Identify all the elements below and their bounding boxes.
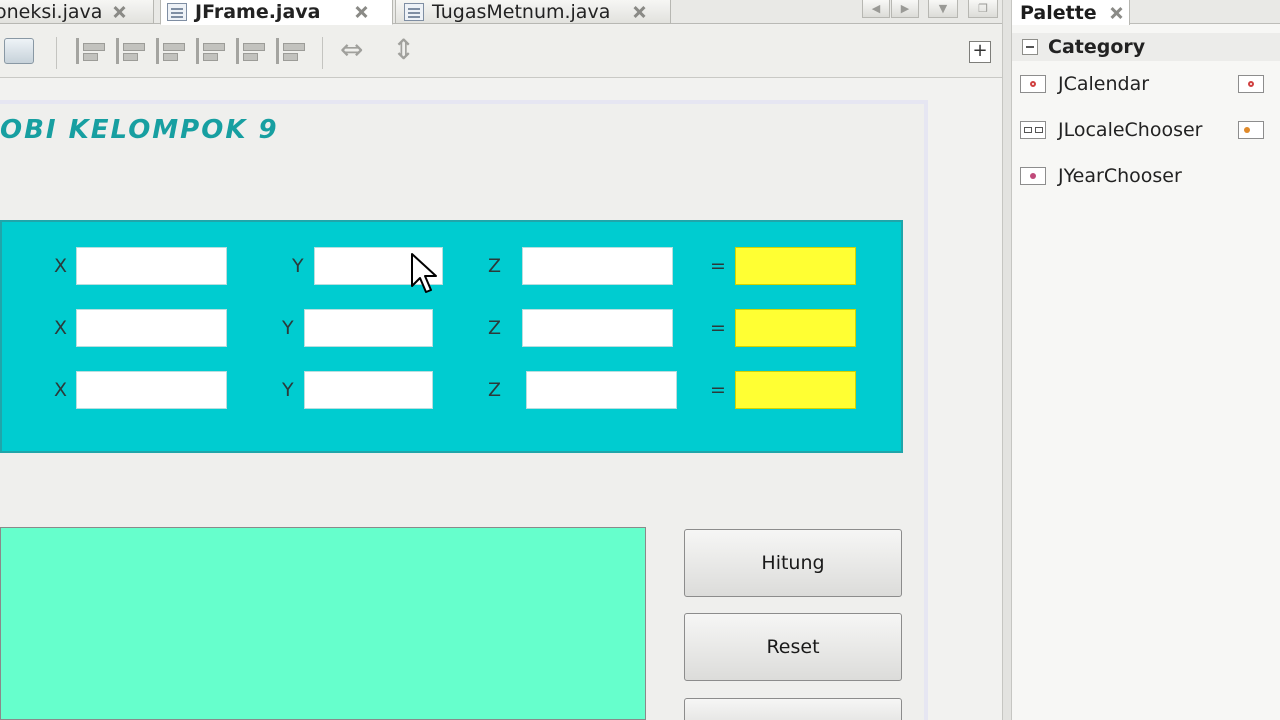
equals-label: = bbox=[710, 379, 726, 401]
equals-label: = bbox=[710, 255, 726, 277]
category-header[interactable]: Category bbox=[1012, 33, 1280, 61]
equals-label: = bbox=[710, 317, 726, 339]
x-label: X bbox=[54, 379, 68, 401]
close-icon[interactable] bbox=[1109, 6, 1123, 20]
palette-tab[interactable]: Palette bbox=[1012, 0, 1130, 25]
center-horizontally-icon[interactable] bbox=[156, 38, 186, 64]
z1-input[interactable] bbox=[522, 247, 673, 285]
y-label: Y bbox=[292, 255, 304, 277]
show-opened-documents-button[interactable]: ▼ bbox=[928, 0, 958, 18]
palette-item-label: JYearChooser bbox=[1058, 165, 1182, 187]
z-label: Z bbox=[488, 379, 502, 401]
restore-window-button[interactable]: ❐ bbox=[968, 0, 998, 18]
close-icon[interactable] bbox=[632, 5, 646, 19]
tab-label: TugasMetnum.java bbox=[432, 0, 611, 23]
form-title-label: OBI KELOMPOK 9 bbox=[0, 115, 279, 145]
date-chooser-icon[interactable] bbox=[1238, 75, 1264, 93]
palette-item-jyearchooser[interactable]: JYearChooser bbox=[1020, 161, 1182, 191]
result2-field[interactable] bbox=[735, 309, 856, 347]
month-chooser-icon[interactable] bbox=[1238, 121, 1264, 139]
collapse-icon[interactable] bbox=[1022, 39, 1038, 55]
calendar-icon bbox=[1020, 75, 1046, 93]
align-bottom-icon[interactable] bbox=[236, 38, 266, 64]
palette-panel: Palette Category JCalendar JLocaleChoose… bbox=[1012, 0, 1280, 720]
toolbar-separator bbox=[322, 37, 323, 69]
designer-toolbar: ⇔ ⇕ + bbox=[0, 25, 1002, 78]
scroll-tabs-right-button[interactable]: ▶ bbox=[891, 0, 919, 18]
z-label: Z bbox=[488, 255, 502, 277]
palette-title: Palette bbox=[1020, 1, 1097, 24]
year-chooser-icon bbox=[1020, 167, 1046, 185]
palette-header: Palette bbox=[1012, 0, 1280, 25]
tab-koneksi[interactable]: oneksi.java bbox=[0, 0, 154, 24]
palette-item-label: JLocaleChooser bbox=[1058, 119, 1203, 141]
maximize-icon[interactable]: + bbox=[969, 41, 991, 63]
form-file-icon bbox=[167, 3, 187, 21]
window-splitter[interactable] bbox=[1002, 0, 1012, 720]
y-label: Y bbox=[282, 379, 294, 401]
change-vertical-resizability-icon[interactable]: ⇕ bbox=[392, 35, 415, 65]
tab-label: oneksi.java bbox=[0, 0, 103, 23]
align-left-icon[interactable] bbox=[76, 38, 106, 64]
center-vertically-icon[interactable] bbox=[276, 38, 306, 64]
y-label: Y bbox=[282, 317, 294, 339]
z-label: Z bbox=[488, 317, 502, 339]
z2-input[interactable] bbox=[522, 309, 673, 347]
scroll-tabs-left-button[interactable]: ◀ bbox=[862, 0, 890, 18]
result1-field[interactable] bbox=[735, 247, 856, 285]
reset-button[interactable]: Reset bbox=[684, 613, 902, 681]
third-button[interactable] bbox=[684, 698, 902, 720]
close-icon[interactable] bbox=[354, 5, 368, 19]
output-text-area[interactable] bbox=[0, 527, 646, 720]
y3-input[interactable] bbox=[304, 371, 433, 409]
x-label: X bbox=[54, 255, 68, 277]
locale-chooser-icon bbox=[1020, 121, 1046, 139]
change-horizontal-resizability-icon[interactable]: ⇔ bbox=[340, 35, 363, 65]
x2-input[interactable] bbox=[76, 309, 227, 347]
x1-input[interactable] bbox=[76, 247, 227, 285]
x3-input[interactable] bbox=[76, 371, 227, 409]
hitung-button[interactable]: Hitung bbox=[684, 529, 902, 597]
tab-tugasmetnum[interactable]: TugasMetnum.java bbox=[395, 0, 671, 24]
category-label: Category bbox=[1048, 36, 1146, 58]
align-top-icon[interactable] bbox=[196, 38, 226, 64]
close-icon[interactable] bbox=[112, 5, 126, 19]
toolbar-separator bbox=[56, 37, 57, 69]
z3-input[interactable] bbox=[526, 371, 677, 409]
align-right-icon[interactable] bbox=[116, 38, 146, 64]
palette-item-jlocalechooser[interactable]: JLocaleChooser bbox=[1020, 115, 1203, 145]
y2-input[interactable] bbox=[304, 309, 433, 347]
java-file-icon bbox=[404, 2, 424, 21]
result3-field[interactable] bbox=[735, 371, 856, 409]
x-label: X bbox=[54, 317, 68, 339]
tab-jframe[interactable]: JFrame.java bbox=[160, 0, 393, 25]
editor-tab-strip: oneksi.java JFrame.java TugasMetnum.java… bbox=[0, 0, 1012, 25]
mouse-pointer-icon bbox=[411, 253, 437, 293]
palette-item-jcalendar[interactable]: JCalendar bbox=[1020, 69, 1149, 99]
palette-item-label: JCalendar bbox=[1058, 73, 1150, 95]
preview-design-icon[interactable] bbox=[4, 38, 34, 64]
tab-label: JFrame.java bbox=[195, 1, 321, 23]
